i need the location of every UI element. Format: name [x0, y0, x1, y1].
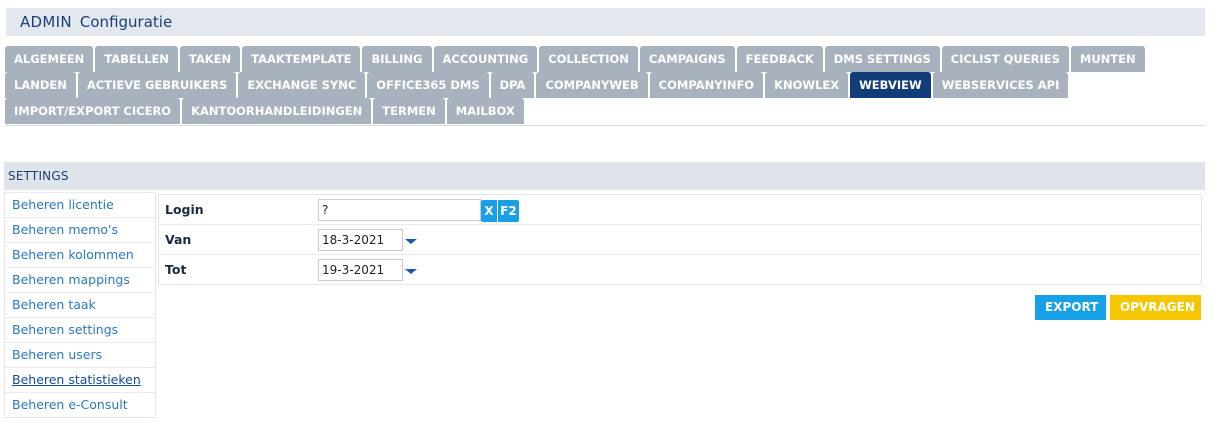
- van-date-input[interactable]: [318, 228, 403, 251]
- header-section: ADMIN: [20, 13, 72, 31]
- tab-row-1: ALGEMEEN TABELLEN TAKEN TAAKTEMPLATE BIL…: [5, 46, 1205, 72]
- tab-office365-dms[interactable]: OFFICE365 DMS: [367, 72, 489, 98]
- settings-menu: Beheren licentie Beheren memo's Beheren …: [4, 192, 156, 418]
- opvragen-button[interactable]: OPVRAGEN: [1110, 295, 1201, 320]
- settings-header: SETTINGS: [4, 162, 1205, 190]
- tab-bar: ALGEMEEN TABELLEN TAKEN TAAKTEMPLATE BIL…: [5, 46, 1205, 126]
- tab-row-3: IMPORT/EXPORT CICERO KANTOORHANDLEIDINGE…: [5, 98, 1205, 124]
- menu-item-licentie[interactable]: Beheren licentie: [5, 192, 155, 217]
- tab-webservices-api[interactable]: WEBSERVICES API: [932, 72, 1069, 98]
- page-header: ADMIN Configuratie: [6, 8, 1205, 36]
- menu-item-taak[interactable]: Beheren taak: [5, 292, 155, 317]
- tab-collection[interactable]: COLLECTION: [539, 46, 638, 72]
- menu-item-mappings[interactable]: Beheren mappings: [5, 267, 155, 292]
- tab-accounting[interactable]: ACCOUNTING: [433, 46, 538, 72]
- tab-tabellen[interactable]: TABELLEN: [95, 46, 178, 72]
- settings-title: SETTINGS: [8, 169, 69, 183]
- login-input[interactable]: [318, 198, 481, 221]
- form-row-tot: Tot: [159, 255, 1201, 284]
- tot-label: Tot: [165, 262, 187, 277]
- tab-companyweb[interactable]: COMPANYWEB: [536, 72, 648, 98]
- form-row-login: Login X F2: [159, 195, 1201, 225]
- tab-knowlex[interactable]: KNOWLEX: [765, 72, 849, 98]
- tab-dpa[interactable]: DPA: [490, 72, 535, 98]
- menu-item-memos[interactable]: Beheren memo's: [5, 217, 155, 242]
- lookup-login-button[interactable]: F2: [498, 200, 519, 222]
- tab-kantoorhandleidingen[interactable]: KANTOORHANDLEIDINGEN: [182, 98, 372, 124]
- menu-item-kolommen[interactable]: Beheren kolommen: [5, 242, 155, 267]
- tab-companyinfo[interactable]: COMPANYINFO: [649, 72, 764, 98]
- menu-item-users[interactable]: Beheren users: [5, 342, 155, 367]
- tab-import-export-cicero[interactable]: IMPORT/EXPORT CICERO: [5, 98, 181, 124]
- tab-exchange-sync[interactable]: EXCHANGE SYNC: [238, 72, 366, 98]
- menu-item-e-consult[interactable]: Beheren e-Consult: [5, 392, 155, 417]
- tab-munten[interactable]: MUNTEN: [1070, 46, 1145, 72]
- tab-ciclist-queries[interactable]: CICLIST QUERIES: [941, 46, 1069, 72]
- tab-taaktemplate[interactable]: TAAKTEMPLATE: [242, 46, 361, 72]
- tab-algemeen[interactable]: ALGEMEEN: [5, 46, 94, 72]
- van-label: Van: [165, 232, 192, 247]
- login-label: Login: [165, 202, 204, 217]
- filter-form: Login X F2 Van Tot: [158, 194, 1202, 285]
- tab-webview[interactable]: WEBVIEW: [850, 72, 931, 98]
- page-title: Configuratie: [79, 13, 173, 31]
- tab-actieve-gebruikers[interactable]: ACTIEVE GEBRUIKERS: [77, 72, 237, 98]
- tab-billing[interactable]: BILLING: [362, 46, 432, 72]
- van-dropdown-icon[interactable]: [404, 234, 418, 248]
- form-row-van: Van: [159, 225, 1201, 255]
- tab-termen[interactable]: TERMEN: [373, 98, 445, 124]
- tab-row-2: LANDEN ACTIEVE GEBRUIKERS EXCHANGE SYNC …: [5, 72, 1205, 98]
- menu-item-statistieken[interactable]: Beheren statistieken: [5, 367, 155, 392]
- tot-dropdown-icon[interactable]: [404, 264, 418, 278]
- form-actions: EXPORT OPVRAGEN: [1035, 295, 1201, 320]
- tab-mailbox[interactable]: MAILBOX: [446, 98, 524, 124]
- tab-dms-settings[interactable]: DMS SETTINGS: [824, 46, 940, 72]
- tot-date-input[interactable]: [318, 258, 403, 281]
- tab-taken[interactable]: TAKEN: [179, 46, 241, 72]
- menu-item-settings[interactable]: Beheren settings: [5, 317, 155, 342]
- tab-landen[interactable]: LANDEN: [5, 72, 76, 98]
- tab-campaigns[interactable]: CAMPAIGNS: [639, 46, 735, 72]
- export-button[interactable]: EXPORT: [1035, 295, 1106, 320]
- tab-feedback[interactable]: FEEDBACK: [736, 46, 823, 72]
- clear-login-button[interactable]: X: [481, 200, 497, 222]
